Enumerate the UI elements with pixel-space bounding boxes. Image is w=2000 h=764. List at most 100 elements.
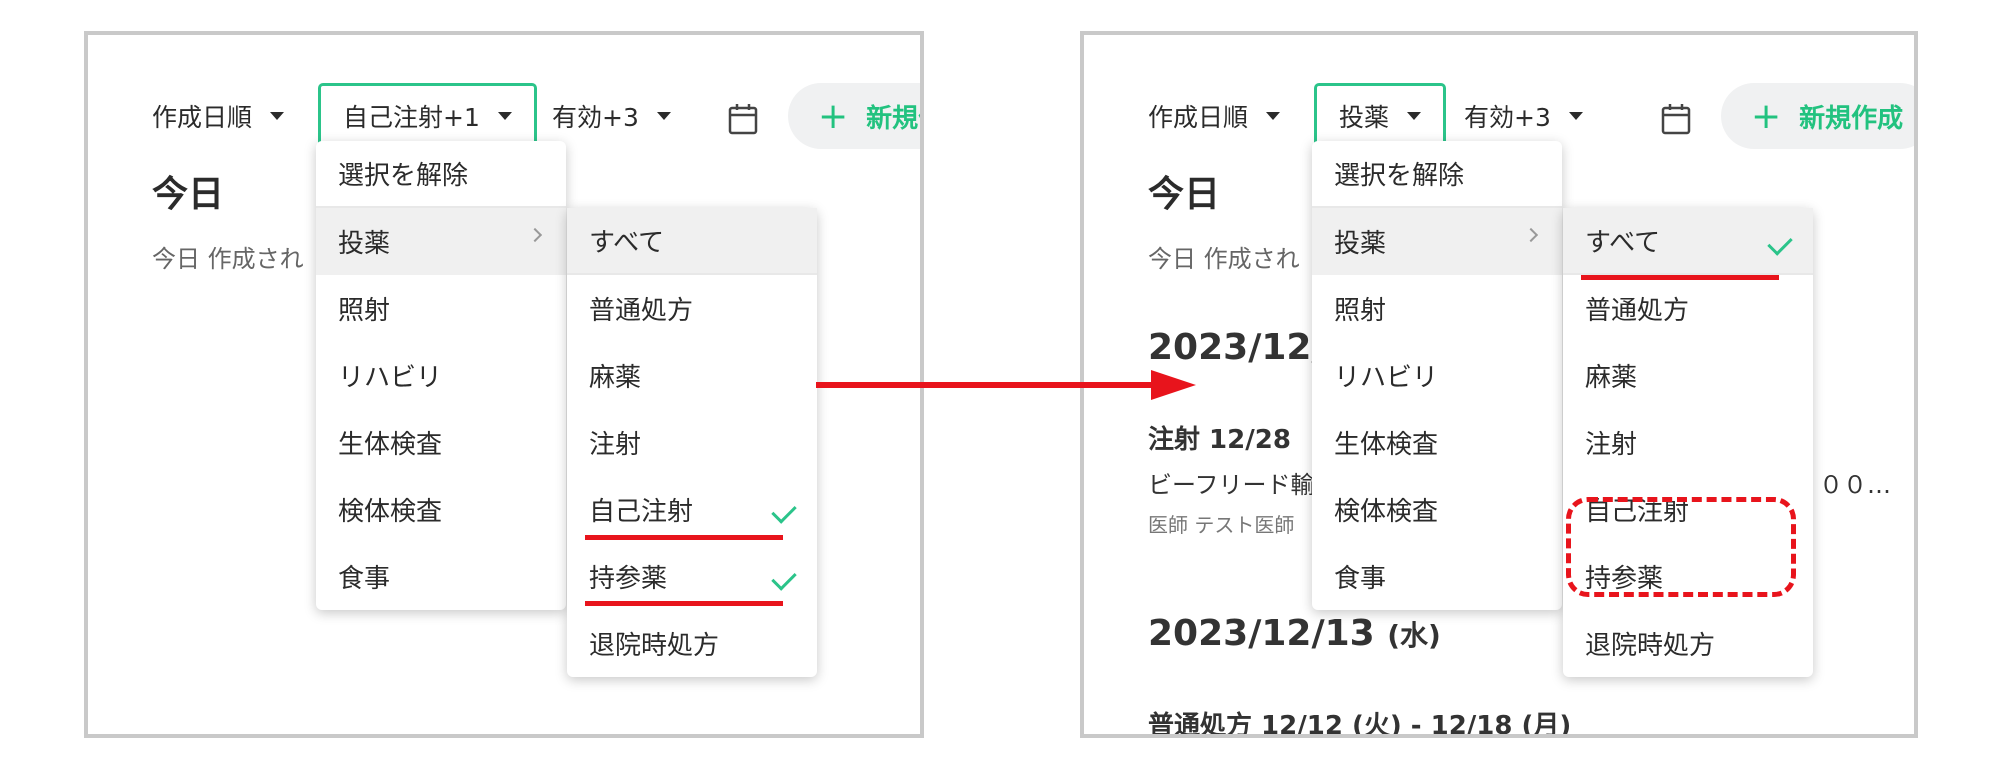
medication-submenu: すべて 普通処方 麻薬 注射 自己注射 持参薬 退院時処方 — [567, 208, 817, 677]
menu-item-label: 選択を解除 — [338, 161, 469, 191]
check-icon — [771, 565, 797, 591]
menu-item-meal[interactable]: 食事 — [316, 543, 566, 610]
menu-item-label: 選択を解除 — [1334, 161, 1465, 191]
left-screenshot-panel: 作成日順 自己注射+1 有効+3 + 新規作 今日 今日 作成され 選択を解除 … — [84, 31, 924, 738]
menu-item-label: 生体検査 — [338, 430, 443, 460]
caret-down-icon — [656, 112, 671, 120]
today-heading: 今日 — [152, 174, 225, 215]
menu-item-medication[interactable]: 投薬 — [1312, 208, 1562, 275]
submenu-item-discharge-prescription[interactable]: 退院時処方 — [1563, 610, 1813, 677]
menu-item-label: 麻薬 — [589, 363, 642, 393]
chevron-right-icon — [527, 227, 543, 243]
menu-item-meal[interactable]: 食事 — [1312, 543, 1562, 610]
menu-item-label: 投薬 — [1334, 229, 1387, 259]
date-text: 2023/12/13 — [1148, 613, 1375, 654]
plus-icon: + — [1751, 95, 1782, 137]
menu-item-clear-selection[interactable]: 選択を解除 — [316, 141, 566, 208]
new-create-label: 新規作成 — [1799, 103, 1904, 134]
submenu-item-all[interactable]: すべて — [1563, 208, 1813, 275]
menu-item-label: 投薬 — [338, 229, 391, 259]
date-heading: 2023/12/ — [1148, 327, 1325, 368]
menu-item-label: 検体検査 — [338, 497, 443, 527]
doctor-name: 医師 テスト医師 — [1148, 513, 1295, 537]
submenu-item-all[interactable]: すべて — [567, 208, 817, 275]
menu-item-label: 生体検査 — [1334, 430, 1439, 460]
sort-label: 作成日順 — [152, 103, 253, 132]
category-menu: 選択を解除 投薬 照射 リハビリ 生体検査 検体検査 食事 — [316, 141, 566, 610]
date-heading: 2023/12/13 (水) — [1148, 613, 1441, 654]
menu-item-specimen-test[interactable]: 検体検査 — [1312, 476, 1562, 543]
sort-dropdown[interactable]: 作成日順 — [152, 83, 285, 149]
drug-name-truncated: ００… — [1819, 471, 1891, 499]
today-heading: 今日 — [1148, 174, 1221, 215]
caret-down-icon — [497, 112, 512, 120]
today-empty-text: 今日 作成され — [152, 245, 304, 273]
menu-item-physiological-test[interactable]: 生体検査 — [316, 409, 566, 476]
order-title[interactable]: 普通処方 12/12 (火) - 12/18 (月) — [1148, 705, 1571, 734]
right-screenshot-panel: 作成日順 投薬 有効+3 + 新規作成 今日 今日 作成され 2023/12/ … — [1080, 31, 1918, 738]
menu-item-label: 注射 — [589, 430, 642, 460]
calendar-icon[interactable] — [728, 103, 758, 135]
drug-name: ビーフリード輸 — [1148, 471, 1315, 499]
category-filter-dropdown[interactable]: 自己注射+1 — [318, 83, 537, 149]
menu-item-label: リハビリ — [338, 363, 443, 393]
menu-item-label: 自己注射 — [589, 497, 694, 527]
status-dropdown[interactable]: 有効+3 — [1464, 83, 1583, 149]
menu-item-label: 食事 — [338, 564, 391, 594]
order-title[interactable]: 注射 12/28 — [1148, 419, 1291, 456]
submenu-item-brought-medicine[interactable]: 持参薬 — [567, 543, 817, 610]
menu-item-rehabilitation[interactable]: リハビリ — [1312, 342, 1562, 409]
submenu-item-injection[interactable]: 注射 — [567, 409, 817, 476]
transition-arrow-icon — [816, 370, 1196, 400]
caret-down-icon — [1407, 112, 1422, 120]
today-empty-text: 今日 作成され — [1148, 245, 1300, 273]
annotation-underline — [585, 601, 783, 606]
new-create-button[interactable]: + 新規作 — [788, 83, 920, 149]
submenu-item-regular-prescription[interactable]: 普通処方 — [567, 275, 817, 342]
submenu-item-narcotics[interactable]: 麻薬 — [567, 342, 817, 409]
menu-item-label: リハビリ — [1334, 363, 1439, 393]
calendar-icon[interactable] — [1661, 103, 1691, 135]
submenu-item-narcotics[interactable]: 麻薬 — [1563, 342, 1813, 409]
category-filter-label: 投薬 — [1339, 103, 1390, 132]
new-create-button[interactable]: + 新規作成 — [1721, 83, 1914, 149]
submenu-item-regular-prescription[interactable]: 普通処方 — [1563, 275, 1813, 342]
menu-item-label: 食事 — [1334, 564, 1387, 594]
status-dropdown[interactable]: 有効+3 — [552, 83, 671, 149]
menu-item-label: 麻薬 — [1585, 363, 1638, 393]
menu-item-label: 普通処方 — [1585, 296, 1690, 326]
annotation-dashed-box — [1566, 497, 1796, 597]
menu-item-physiological-test[interactable]: 生体検査 — [1312, 409, 1562, 476]
plus-icon: + — [818, 95, 849, 137]
submenu-item-self-injection[interactable]: 自己注射 — [567, 476, 817, 543]
sort-dropdown[interactable]: 作成日順 — [1148, 83, 1281, 149]
menu-item-specimen-test[interactable]: 検体検査 — [316, 476, 566, 543]
chevron-right-icon — [1523, 227, 1539, 243]
check-icon — [771, 498, 797, 524]
annotation-underline — [1581, 275, 1779, 280]
menu-item-medication[interactable]: 投薬 — [316, 208, 566, 275]
caret-down-icon — [1266, 112, 1281, 120]
category-filter-dropdown[interactable]: 投薬 — [1314, 83, 1447, 149]
status-label: 有効+3 — [552, 103, 639, 132]
menu-item-label: すべて — [1585, 228, 1661, 258]
menu-item-irradiation[interactable]: 照射 — [316, 275, 566, 342]
sort-label: 作成日順 — [1148, 103, 1249, 132]
menu-item-label: 退院時処方 — [589, 631, 720, 661]
menu-item-irradiation[interactable]: 照射 — [1312, 275, 1562, 342]
check-icon — [1767, 230, 1793, 256]
caret-down-icon — [1568, 112, 1583, 120]
category-menu: 選択を解除 投薬 照射 リハビリ 生体検査 検体検査 食事 — [1312, 141, 1562, 610]
menu-item-clear-selection[interactable]: 選択を解除 — [1312, 141, 1562, 208]
submenu-item-injection[interactable]: 注射 — [1563, 409, 1813, 476]
new-create-label: 新規作 — [866, 103, 920, 134]
menu-item-label: 普通処方 — [589, 296, 694, 326]
submenu-item-discharge-prescription[interactable]: 退院時処方 — [567, 610, 817, 677]
annotation-underline — [585, 535, 783, 540]
menu-item-label: 照射 — [1334, 296, 1387, 326]
menu-item-label: 注射 — [1585, 430, 1638, 460]
menu-item-rehabilitation[interactable]: リハビリ — [316, 342, 566, 409]
menu-item-label: 検体検査 — [1334, 497, 1439, 527]
status-label: 有効+3 — [1464, 103, 1551, 132]
menu-item-label: 照射 — [338, 296, 391, 326]
